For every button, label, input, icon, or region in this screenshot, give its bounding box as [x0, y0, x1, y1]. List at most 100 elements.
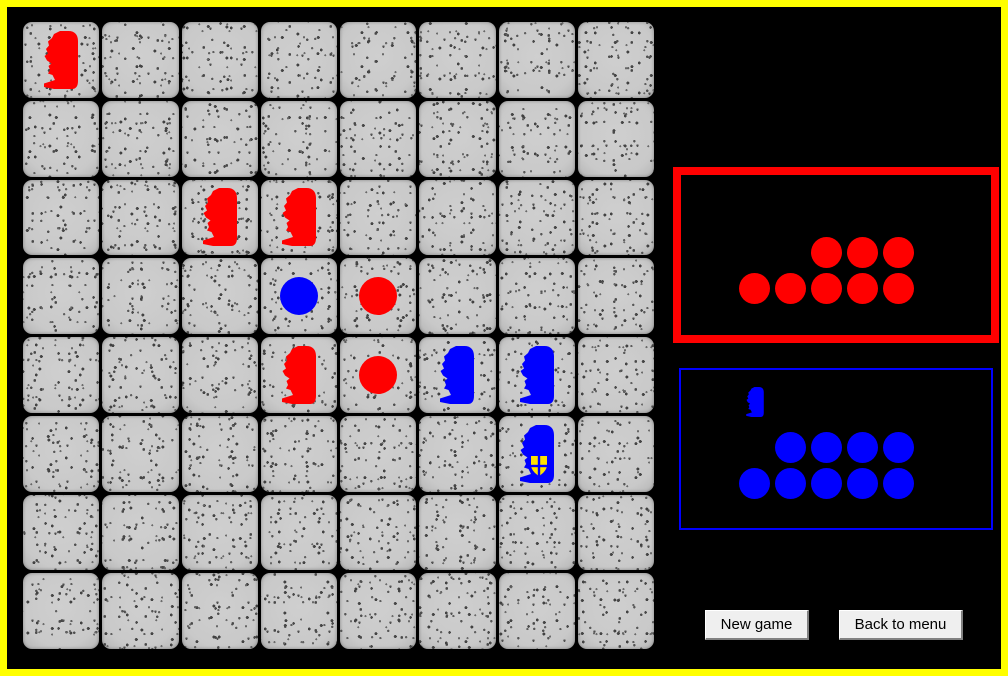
board-cell[interactable] — [23, 337, 100, 413]
board-cell[interactable] — [260, 573, 337, 649]
red-moai-piece[interactable] — [197, 186, 243, 248]
board-cell[interactable] — [340, 494, 417, 571]
board-cell[interactable] — [498, 494, 575, 571]
board-cell[interactable] — [102, 337, 179, 413]
red-tray-disc[interactable] — [883, 273, 914, 304]
board-cell[interactable] — [181, 100, 258, 177]
board-cell[interactable] — [340, 337, 417, 413]
blue-tray-moai[interactable] — [743, 386, 767, 418]
board-cell[interactable] — [498, 179, 575, 256]
board-cell[interactable] — [181, 494, 258, 571]
board-cell[interactable] — [260, 258, 337, 334]
board-cell[interactable] — [102, 22, 179, 98]
red-disc-piece[interactable] — [359, 277, 398, 316]
board-cell[interactable] — [181, 22, 258, 98]
blue-tray-disc[interactable] — [883, 468, 914, 499]
board-cell[interactable] — [577, 494, 654, 571]
red-tray-disc[interactable] — [811, 273, 842, 304]
blue-tray-disc[interactable] — [847, 468, 878, 499]
board-cell[interactable] — [181, 179, 258, 256]
board-cell[interactable] — [498, 573, 575, 649]
board-cell[interactable] — [419, 573, 496, 649]
board-cell[interactable] — [102, 179, 179, 256]
board-cell[interactable] — [340, 100, 417, 177]
board-cell[interactable] — [260, 179, 337, 256]
red-moai-piece[interactable] — [276, 344, 322, 406]
board-cell[interactable] — [419, 100, 496, 177]
blue-tray-disc[interactable] — [775, 468, 806, 499]
blue-tray-disc[interactable] — [811, 432, 842, 463]
red-moai-piece[interactable] — [276, 186, 322, 248]
game-board[interactable] — [22, 21, 656, 651]
board-cell[interactable] — [260, 337, 337, 413]
board-cell[interactable] — [181, 415, 258, 492]
board-cell[interactable] — [498, 337, 575, 413]
board-cell[interactable] — [260, 100, 337, 177]
board-cell[interactable] — [260, 415, 337, 492]
board-cell[interactable] — [23, 573, 100, 649]
red-tray-disc[interactable] — [847, 273, 878, 304]
board-cell[interactable] — [102, 494, 179, 571]
board-cell[interactable] — [577, 337, 654, 413]
board-cell[interactable] — [23, 494, 100, 571]
board-cell[interactable] — [23, 179, 100, 256]
blue-tray-disc[interactable] — [739, 468, 770, 499]
blue-moai-piece[interactable] — [514, 344, 560, 406]
board-cell[interactable] — [577, 22, 654, 98]
board-cell[interactable] — [419, 179, 496, 256]
board-cell[interactable] — [23, 415, 100, 492]
blue-disc-piece[interactable] — [279, 277, 318, 316]
board-cell[interactable] — [23, 100, 100, 177]
red-tray-disc[interactable] — [883, 237, 914, 268]
board-cell[interactable] — [340, 573, 417, 649]
board-cell[interactable] — [23, 22, 100, 98]
board-cell[interactable] — [260, 494, 337, 571]
tile-texture — [260, 494, 337, 571]
board-cell[interactable] — [340, 22, 417, 98]
board-cell[interactable] — [102, 258, 179, 334]
red-disc-piece[interactable] — [359, 355, 398, 394]
board-cell[interactable] — [181, 337, 258, 413]
red-tray-disc[interactable] — [739, 273, 770, 304]
board-cell[interactable] — [419, 258, 496, 334]
blue-moai-shielded-piece[interactable] — [514, 423, 560, 485]
blue-moai-piece[interactable] — [434, 344, 480, 406]
red-moai-piece[interactable] — [38, 29, 84, 91]
board-cell[interactable] — [340, 415, 417, 492]
board-cell[interactable] — [498, 258, 575, 334]
board-cell[interactable] — [577, 179, 654, 256]
tile-texture — [260, 573, 337, 649]
blue-tray-disc[interactable] — [775, 432, 806, 463]
board-cell[interactable] — [498, 415, 575, 492]
board-cell[interactable] — [181, 573, 258, 649]
board-cell[interactable] — [181, 258, 258, 334]
blue-tray-disc[interactable] — [847, 432, 878, 463]
red-tray-disc[interactable] — [775, 273, 806, 304]
board-cell[interactable] — [498, 22, 575, 98]
board-cell[interactable] — [340, 179, 417, 256]
board-cell[interactable] — [577, 100, 654, 177]
board-cell[interactable] — [577, 258, 654, 334]
red-player-tray[interactable] — [673, 167, 999, 343]
board-cell[interactable] — [498, 100, 575, 177]
board-cell[interactable] — [577, 415, 654, 492]
board-cell[interactable] — [577, 573, 654, 649]
board-cell[interactable] — [260, 22, 337, 98]
board-cell[interactable] — [102, 573, 179, 649]
red-tray-disc[interactable] — [847, 237, 878, 268]
blue-tray-disc[interactable] — [883, 432, 914, 463]
board-cell[interactable] — [23, 258, 100, 334]
blue-player-tray[interactable] — [679, 368, 993, 530]
board-cell[interactable] — [419, 494, 496, 571]
back-to-menu-button[interactable]: Back to menu — [839, 610, 963, 640]
tile-texture — [181, 573, 258, 649]
blue-tray-disc[interactable] — [811, 468, 842, 499]
board-cell[interactable] — [102, 100, 179, 177]
board-cell[interactable] — [102, 415, 179, 492]
board-cell[interactable] — [419, 22, 496, 98]
board-cell[interactable] — [419, 415, 496, 492]
new-game-button[interactable]: New game — [705, 610, 809, 640]
red-tray-disc[interactable] — [811, 237, 842, 268]
board-cell[interactable] — [340, 258, 417, 334]
board-cell[interactable] — [419, 337, 496, 413]
